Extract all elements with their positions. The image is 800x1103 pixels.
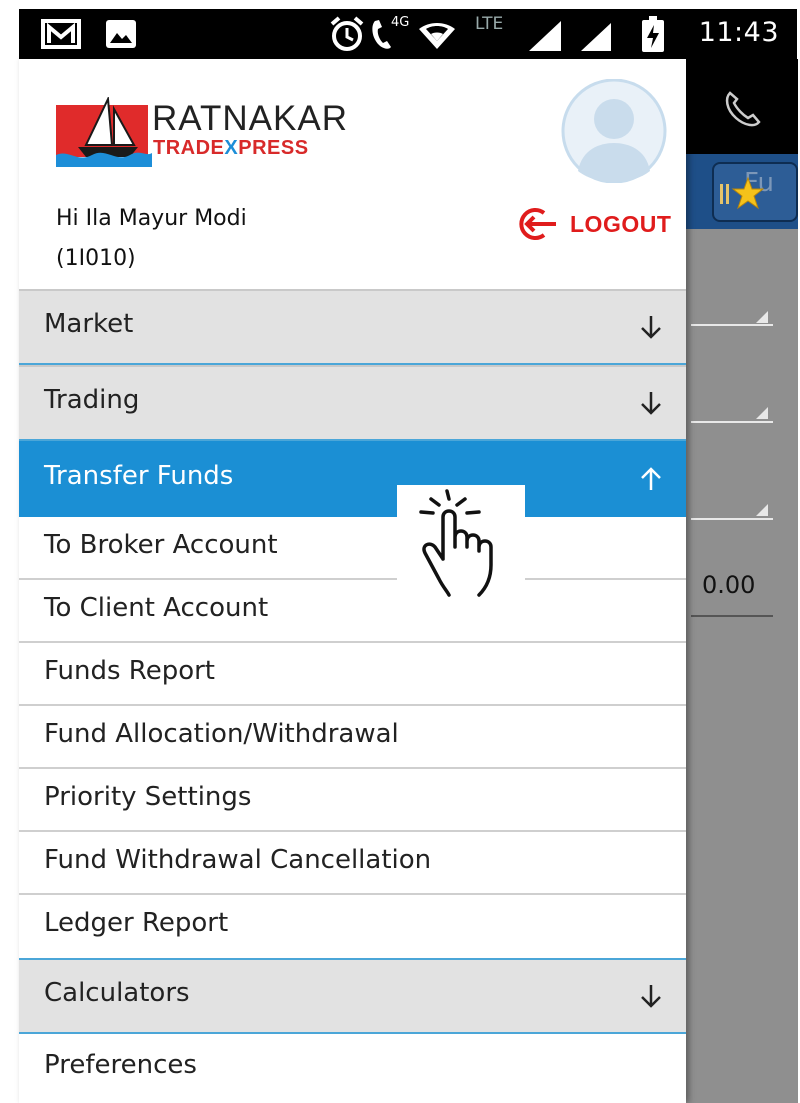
- status-bar: 4G LTE 11:43: [19, 9, 797, 59]
- menu-item-label: Ledger Report: [44, 908, 229, 938]
- arrow-down-icon: [641, 985, 661, 1008]
- menu-item-label: To Broker Account: [44, 530, 278, 560]
- clock: 11:43: [698, 17, 779, 48]
- drawer-header: RATNAKAR TRADEXPRESS Hi Ila Mayur Modi (…: [19, 59, 686, 289]
- menu-item-label: To Client Account: [44, 593, 269, 623]
- wifi-icon: [419, 23, 455, 49]
- menu-item-to-broker-account[interactable]: To Broker Account: [19, 517, 686, 580]
- phone-icon[interactable]: [722, 89, 764, 129]
- menu-item-fund-allocation-withdrawal[interactable]: Fund Allocation/Withdrawal: [19, 706, 686, 769]
- brand-tagline: TRADEXPRESS: [153, 137, 309, 159]
- user-greeting: Hi Ila Mayur Modi (1I010): [56, 199, 247, 279]
- background-value: 0.00: [702, 571, 756, 599]
- background-app: Fu 0.00: [686, 59, 798, 1103]
- menu-section-market[interactable]: Market: [19, 289, 686, 365]
- menu-section-label: Market: [44, 309, 134, 339]
- user-id: (1I010): [56, 246, 136, 271]
- gmail-icon: [41, 19, 81, 49]
- navigation-drawer: RATNAKAR TRADEXPRESS Hi Ila Mayur Modi (…: [19, 59, 686, 1103]
- network-lte-label: LTE: [475, 14, 504, 34]
- menu-item-label: Fund Allocation/Withdrawal: [44, 719, 399, 749]
- image-icon: [106, 20, 136, 48]
- battery-charging-icon: [642, 16, 664, 52]
- pointing-hand-icon: [419, 489, 493, 597]
- signal-icon: [529, 21, 561, 51]
- arrow-down-icon: [641, 392, 661, 415]
- menu-item-label: Priority Settings: [44, 782, 252, 812]
- menu-section-label: Transfer Funds: [44, 461, 234, 491]
- menu-section-label: Trading: [44, 385, 140, 415]
- menu-item-to-client-account[interactable]: To Client Account: [19, 580, 686, 643]
- user-name: Hi Ila Mayur Modi: [56, 206, 247, 231]
- background-toolbar: [686, 59, 798, 154]
- arrow-down-icon: [641, 316, 661, 339]
- menu-section-transfer-funds[interactable]: Transfer Funds: [19, 441, 686, 517]
- background-tab[interactable]: Fu: [712, 162, 798, 222]
- alarm-icon: [330, 16, 364, 51]
- brand-logo: RATNAKAR TRADEXPRESS: [56, 97, 348, 167]
- menu-item-fund-withdrawal-cancellation[interactable]: Fund Withdrawal Cancellation: [19, 832, 686, 895]
- menu-section-calculators[interactable]: Calculators: [19, 958, 686, 1034]
- network-4g-label: 4G: [391, 15, 410, 30]
- avatar[interactable]: [556, 79, 672, 183]
- menu-item-label: Fund Withdrawal Cancellation: [44, 845, 432, 875]
- menu-section-label: Calculators: [44, 978, 190, 1008]
- logout-label: LOGOUT: [570, 210, 672, 237]
- logout-icon: [519, 208, 556, 240]
- menu-item-funds-report[interactable]: Funds Report: [19, 643, 686, 706]
- menu-item-ledger-report[interactable]: Ledger Report: [19, 895, 686, 958]
- background-tabbar: Fu: [686, 154, 798, 229]
- sailboat-logo-icon: [56, 97, 152, 167]
- menu-item-priority-settings[interactable]: Priority Settings: [19, 769, 686, 832]
- favorite-star-icon[interactable]: [718, 176, 764, 212]
- signal-icon: [581, 23, 611, 51]
- brand-name: RATNAKAR: [152, 99, 348, 138]
- tap-gesture-overlay: [397, 485, 525, 599]
- menu-item-label: Funds Report: [44, 656, 215, 686]
- arrow-up-icon: [641, 467, 661, 490]
- menu-item-label: Preferences: [44, 1050, 197, 1080]
- logout-button[interactable]: LOGOUT: [514, 207, 671, 241]
- menu-section-trading[interactable]: Trading: [19, 365, 686, 441]
- menu-item-preferences[interactable]: Preferences: [19, 1034, 686, 1103]
- drawer-menu: Market Trading Transfer Funds To Broker …: [19, 289, 686, 1103]
